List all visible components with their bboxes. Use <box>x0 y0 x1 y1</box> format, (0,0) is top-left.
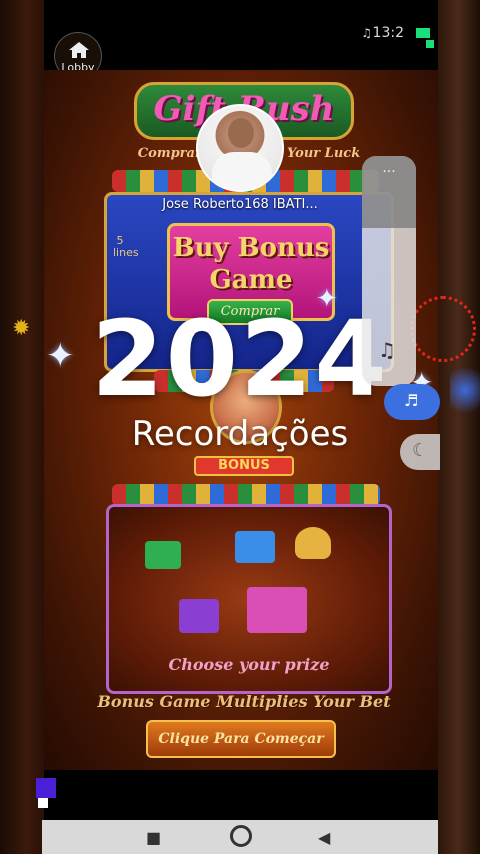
moon-icon: ☾ <box>412 440 429 461</box>
white-square-marker <box>38 798 48 808</box>
sparkle-icon: ✦ <box>46 336 75 376</box>
music-note-icon[interactable]: ♫ <box>378 338 396 362</box>
prize-panel: Choose your prize <box>106 504 392 694</box>
home-icon <box>69 42 89 58</box>
speaker-icon: ♫ <box>361 26 372 40</box>
gift-box-pink <box>247 587 307 633</box>
game-tagline: Bonus Game Multiplies Your Bet <box>97 692 391 711</box>
profile-avatar[interactable] <box>196 104 284 192</box>
gift-heart <box>295 527 331 559</box>
gift-box-blue <box>235 531 275 563</box>
back-button[interactable]: ◀ <box>318 828 336 847</box>
gift-decoration-bottom <box>112 484 380 506</box>
more-options-icon[interactable]: ··· <box>362 164 416 180</box>
home-button[interactable] <box>230 825 252 847</box>
sparkle-icon: ✦ <box>316 284 338 314</box>
bonus-label: BONUS <box>194 456 294 476</box>
bell-off-icon: ♬ <box>404 391 419 410</box>
avatar-head <box>228 118 254 148</box>
network-indicator <box>416 28 430 38</box>
gear-icon: ✹ <box>12 316 31 341</box>
avatar-body <box>212 152 272 190</box>
lines-label: 5 lines <box>113 234 139 259</box>
recent-apps-button[interactable]: ■ <box>146 828 164 847</box>
gift-box-green <box>145 541 181 569</box>
firework-dots <box>410 296 476 362</box>
start-button[interactable]: Clique Para Começar <box>146 720 336 758</box>
network-indicator-dot <box>426 40 434 48</box>
status-bar: ♫ 13:2 <box>44 0 438 70</box>
android-navigation-bar: ■ ◀ <box>42 820 438 854</box>
status-time: 13:2 <box>372 25 404 41</box>
mute-button[interactable]: ♬ <box>384 384 440 420</box>
blue-square-marker <box>36 778 56 798</box>
gift-box-purple <box>179 599 219 633</box>
choose-prize-text: Choose your prize <box>168 655 330 674</box>
dark-mode-button[interactable]: ☾ <box>400 434 440 470</box>
buy-bonus-text: Buy Bonus Game <box>172 233 330 295</box>
